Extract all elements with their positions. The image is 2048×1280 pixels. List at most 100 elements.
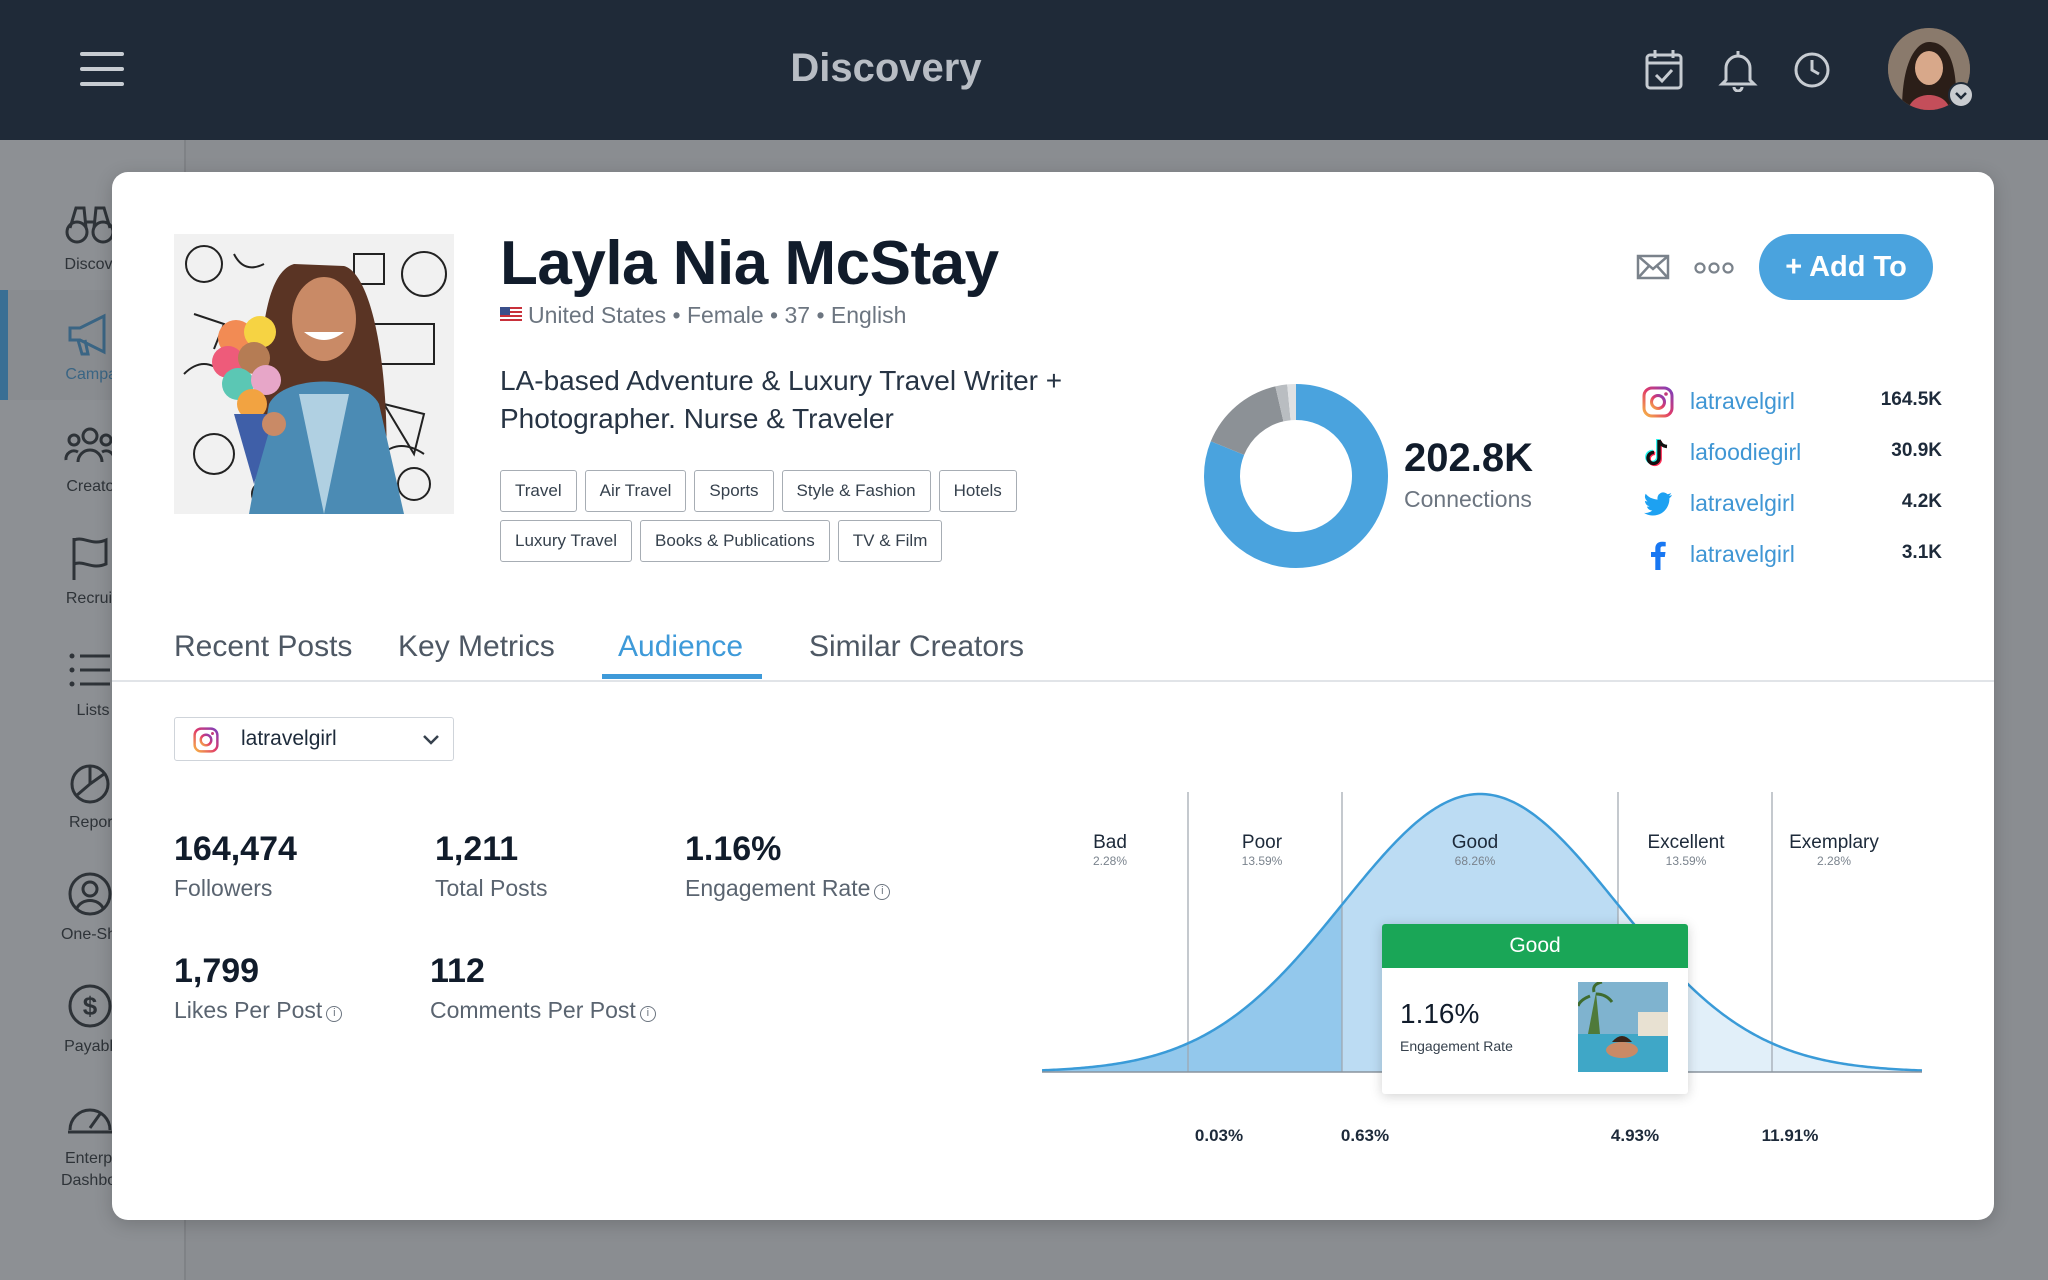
- instagram-icon: [193, 727, 219, 753]
- stat-value: 1.16%: [685, 830, 890, 869]
- pie-chart-icon: [64, 758, 116, 806]
- calendar-check-icon[interactable]: [1644, 48, 1684, 92]
- info-icon[interactable]: i: [640, 1006, 656, 1022]
- band-label-poor: Poor13.59%: [1192, 832, 1332, 868]
- people-icon: [64, 422, 116, 470]
- clock-icon[interactable]: [1792, 48, 1832, 92]
- stat-followers: 164,474 Followers: [174, 830, 297, 902]
- tooltip-label: Engagement Rate: [1400, 1038, 1513, 1054]
- twitter-icon: [1642, 488, 1674, 520]
- bell-icon[interactable]: [1718, 48, 1758, 92]
- creator-bio: LA-based Adventure & Luxury Travel Write…: [500, 362, 1100, 438]
- top-bar: Discovery: [0, 0, 2048, 140]
- binoculars-icon: [64, 200, 116, 248]
- facebook-count: 3.1K: [1902, 542, 1942, 564]
- stat-label: Total Posts: [435, 875, 548, 902]
- more-options-icon[interactable]: [1694, 256, 1734, 280]
- band-area-exemplary: [1772, 1043, 1922, 1072]
- info-icon[interactable]: i: [326, 1006, 342, 1022]
- threshold-label: 0.03%: [1174, 1126, 1264, 1146]
- megaphone-icon: [64, 310, 116, 358]
- connections-label: Connections: [1404, 486, 1532, 513]
- tooltip-value: 1.16%: [1400, 998, 1479, 1030]
- creator-name: Layla Nia McStay: [500, 228, 999, 299]
- facebook-icon: [1642, 539, 1674, 571]
- gauge-icon: [64, 1094, 116, 1142]
- creator-profile-card: Layla Nia McStay United States • Female …: [112, 172, 1994, 1220]
- tag-sports[interactable]: Sports: [694, 470, 773, 512]
- stat-total-posts: 1,211 Total Posts: [435, 830, 548, 902]
- user-avatar[interactable]: [1888, 28, 1970, 110]
- tooltip-band: Good: [1382, 924, 1688, 968]
- tab-key-metrics[interactable]: Key Metrics: [398, 630, 555, 664]
- stat-label: Engagement Ratei: [685, 875, 890, 902]
- tab-similar-creators[interactable]: Similar Creators: [809, 630, 1024, 664]
- donut-slice-tiktok: [1227, 404, 1279, 448]
- person-circle-icon: [64, 870, 116, 918]
- svg-text:$: $: [83, 991, 98, 1021]
- app-title: Discovery: [0, 46, 1772, 91]
- twitter-handle-link[interactable]: latravelgirl: [1690, 490, 1795, 517]
- threshold-label: 0.63%: [1320, 1126, 1410, 1146]
- stat-label: Comments Per Posti: [430, 997, 656, 1024]
- account-select[interactable]: latravelgirl: [174, 717, 454, 761]
- chevron-down-icon[interactable]: [1948, 82, 1974, 108]
- account-select-value: latravelgirl: [241, 727, 337, 751]
- band-label-excellent: Excellent13.59%: [1616, 832, 1756, 868]
- band-area-poor: [1188, 905, 1342, 1072]
- band-area-bad: [1042, 1043, 1188, 1072]
- flag-icon: [64, 534, 116, 582]
- social-row-instagram: latravelgirl 164.5K: [1642, 382, 1942, 422]
- active-tab-indicator: [602, 674, 762, 679]
- tag-style-fashion[interactable]: Style & Fashion: [782, 470, 931, 512]
- stat-engagement-rate: 1.16% Engagement Ratei: [685, 830, 890, 902]
- band-label-bad: Bad2.28%: [1040, 832, 1180, 868]
- add-to-button[interactable]: + Add To: [1759, 234, 1933, 300]
- creator-meta: United States • Female • 37 • English: [500, 302, 906, 329]
- us-flag-icon: [500, 307, 522, 322]
- stat-value: 164,474: [174, 830, 297, 869]
- tiktok-handle-link[interactable]: lafoodiegirl: [1690, 439, 1801, 466]
- creator-age: 37: [784, 302, 810, 328]
- tag-books-publications[interactable]: Books & Publications: [640, 520, 830, 562]
- stat-label: Followers: [174, 875, 297, 902]
- tag-air-travel[interactable]: Air Travel: [585, 470, 687, 512]
- profile-photo: [174, 234, 454, 514]
- list-icon: [64, 646, 116, 694]
- category-tags: TravelAir TravelSportsStyle & FashionHot…: [500, 470, 1060, 570]
- donut-slice-twitter: [1279, 402, 1289, 404]
- threshold-label: 4.93%: [1590, 1126, 1680, 1146]
- tab-audience[interactable]: Audience: [618, 630, 743, 664]
- tag-hotels[interactable]: Hotels: [939, 470, 1017, 512]
- dollar-icon: $: [64, 982, 116, 1030]
- stat-value: 1,211: [435, 830, 548, 869]
- profile-tabs: Recent Posts Key Metrics Audience Simila…: [112, 612, 1994, 682]
- tag-tv-film[interactable]: TV & Film: [838, 520, 943, 562]
- engagement-tooltip: Good 1.16% Engagement Rate: [1382, 924, 1688, 1094]
- tag-travel[interactable]: Travel: [500, 470, 577, 512]
- instagram-icon: [1642, 386, 1674, 418]
- post-thumbnail: [1578, 982, 1668, 1072]
- instagram-count: 164.5K: [1881, 389, 1942, 411]
- social-row-tiktok: lafoodiegirl 30.9K: [1642, 433, 1942, 473]
- facebook-handle-link[interactable]: latravelgirl: [1690, 541, 1795, 568]
- creator-language: English: [831, 302, 906, 328]
- mail-icon[interactable]: [1636, 252, 1670, 282]
- threshold-label: 11.91%: [1745, 1126, 1835, 1146]
- connections-total: 202.8K: [1404, 436, 1533, 481]
- instagram-handle-link[interactable]: latravelgirl: [1690, 388, 1795, 415]
- chevron-down-icon: [421, 732, 441, 748]
- creator-gender: Female: [687, 302, 764, 328]
- social-row-twitter: latravelgirl 4.2K: [1642, 484, 1942, 524]
- tab-recent-posts[interactable]: Recent Posts: [174, 630, 352, 664]
- stat-value: 112: [430, 952, 656, 991]
- tiktok-count: 30.9K: [1891, 440, 1942, 462]
- tag-luxury-travel[interactable]: Luxury Travel: [500, 520, 632, 562]
- info-icon[interactable]: i: [874, 884, 890, 900]
- stat-label: Likes Per Posti: [174, 997, 342, 1024]
- stat-likes-per-post: 1,799 Likes Per Posti: [174, 952, 342, 1024]
- creator-country: United States: [528, 302, 666, 328]
- band-label-good: Good68.26%: [1405, 832, 1545, 868]
- stat-value: 1,799: [174, 952, 342, 991]
- twitter-count: 4.2K: [1902, 491, 1942, 513]
